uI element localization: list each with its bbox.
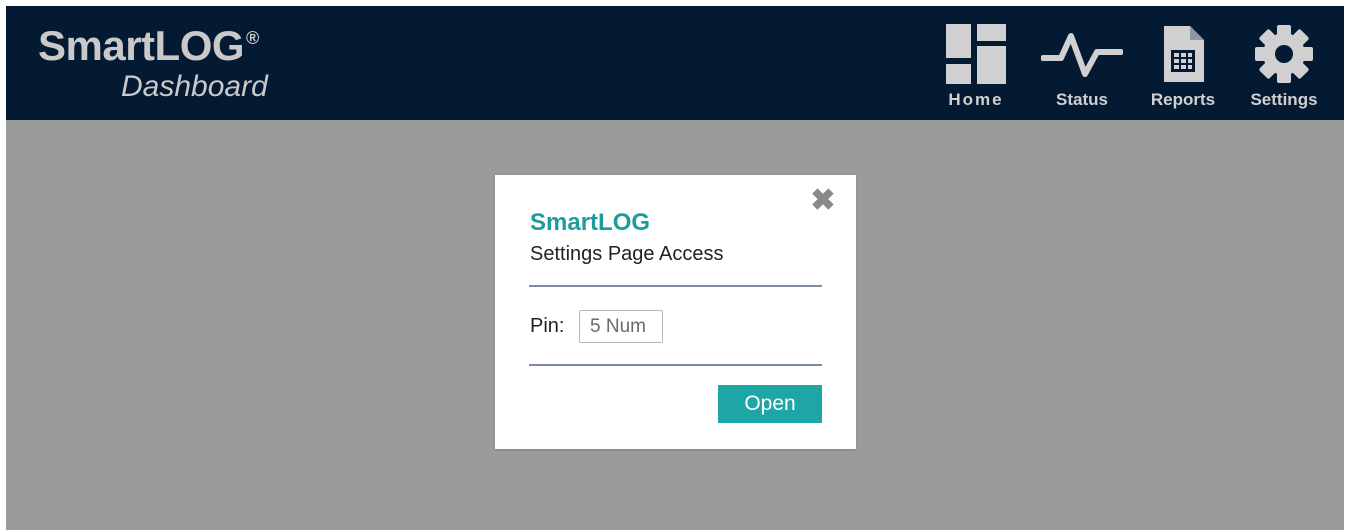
top-navbar: SmartLOG ® Dashboard Home Status Reports…: [6, 6, 1344, 120]
gear-icon: [1255, 25, 1313, 83]
logo-wordmark: SmartLOG ®: [38, 22, 259, 70]
nav-status[interactable]: Status: [1041, 24, 1123, 114]
dialog-subtitle: Settings Page Access: [530, 243, 724, 265]
dialog-title: SmartLOG: [530, 209, 651, 236]
document-icon: [1164, 26, 1204, 82]
settings-access-dialog: ✖ SmartLOG Settings Page Access Pin: Ope…: [495, 175, 856, 449]
nav-settings-label: Settings: [1250, 90, 1318, 109]
nav-home[interactable]: Home: [936, 24, 1016, 114]
open-button[interactable]: Open: [718, 385, 822, 423]
nav-reports-label: Reports: [1150, 90, 1216, 109]
nav-reports[interactable]: Reports: [1139, 24, 1227, 114]
logo-text: SmartLOG: [38, 22, 245, 69]
nav-status-label: Status: [1056, 90, 1108, 109]
pin-label: Pin:: [530, 315, 565, 337]
nav-home-label: Home: [948, 90, 1004, 109]
close-icon[interactable]: ✖: [809, 186, 837, 216]
logo-subtitle: Dashboard: [121, 70, 268, 103]
nav-settings[interactable]: Settings: [1239, 24, 1329, 114]
divider: [529, 364, 822, 366]
home-grid-icon: [946, 24, 1006, 84]
registered-mark: ®: [246, 28, 259, 48]
app-frame: SmartLOG ® Dashboard Home Status Reports…: [6, 6, 1344, 530]
pulse-icon: [1041, 33, 1123, 77]
pin-input[interactable]: [579, 310, 663, 343]
divider: [529, 285, 822, 287]
